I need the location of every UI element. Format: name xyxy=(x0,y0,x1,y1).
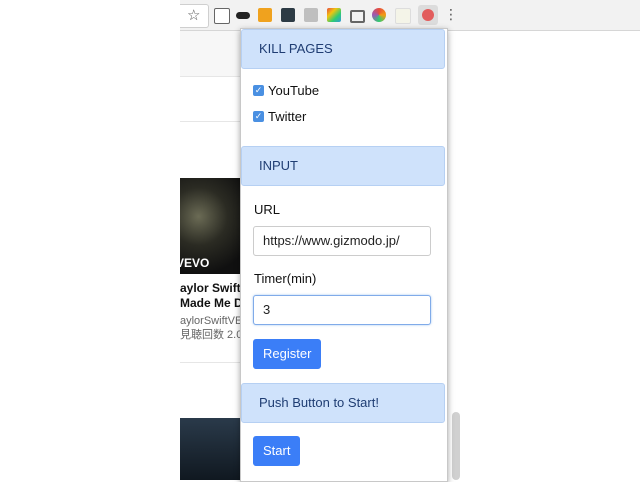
video-thumbnail[interactable]: VEVO xyxy=(176,178,242,274)
channel-name: aylorSwiftVEV xyxy=(180,315,242,327)
scrollbar-thumb[interactable] xyxy=(452,412,460,480)
video-title[interactable]: aylor Swift - Made Me Do xyxy=(180,281,242,311)
video-title-line: aylor Swift - xyxy=(180,281,242,295)
url-label: URL xyxy=(254,202,281,217)
timer-input[interactable]: 3 xyxy=(253,295,431,325)
input-header: INPUT xyxy=(241,146,445,186)
kill-pages-header: KILL PAGES xyxy=(241,29,445,69)
menu-icon[interactable]: ⋮ xyxy=(444,6,458,23)
video-thumbnail[interactable] xyxy=(180,418,242,480)
extension-popup: KILL PAGES ✓ YouTube ✓ Twitter INPUT URL… xyxy=(240,28,448,482)
checkbox-label: YouTube xyxy=(268,83,320,98)
orange-extension-icon[interactable] xyxy=(258,8,272,22)
timer-label: Timer(min) xyxy=(254,271,317,286)
cast-icon[interactable] xyxy=(350,10,365,23)
view-count: 見聴回数 2.09 xyxy=(180,329,242,341)
glasses-extension-icon[interactable] xyxy=(236,12,250,19)
color-extension-icon[interactable] xyxy=(327,8,341,22)
download-extension-icon[interactable] xyxy=(214,8,230,24)
checkbox-youtube[interactable]: ✓ YouTube xyxy=(253,83,319,98)
checkbox-twitter[interactable]: ✓ Twitter xyxy=(253,109,306,124)
note-extension-icon[interactable] xyxy=(395,8,411,24)
register-button[interactable]: Register xyxy=(253,339,322,369)
kill-pages-extension-icon[interactable] xyxy=(418,5,438,25)
video-meta: aylorSwiftVEV 見聴回数 2.09 xyxy=(180,314,242,342)
dark-extension-icon[interactable] xyxy=(281,8,295,22)
video-title-line: Made Me Do xyxy=(180,296,242,310)
checkbox-checked-icon[interactable]: ✓ xyxy=(253,111,264,122)
vevo-logo: VEVO xyxy=(176,256,210,270)
checkbox-checked-icon[interactable]: ✓ xyxy=(253,85,264,96)
camera-extension-icon[interactable] xyxy=(304,8,318,22)
checkbox-label: Twitter xyxy=(268,109,307,124)
url-input[interactable]: https://www.gizmodo.jp/ xyxy=(253,226,431,256)
start-header: Push Button to Start! xyxy=(241,383,445,423)
pinwheel-extension-icon[interactable] xyxy=(372,8,386,22)
start-button[interactable]: Start xyxy=(253,436,301,466)
star-icon[interactable]: ☆ xyxy=(187,6,200,24)
